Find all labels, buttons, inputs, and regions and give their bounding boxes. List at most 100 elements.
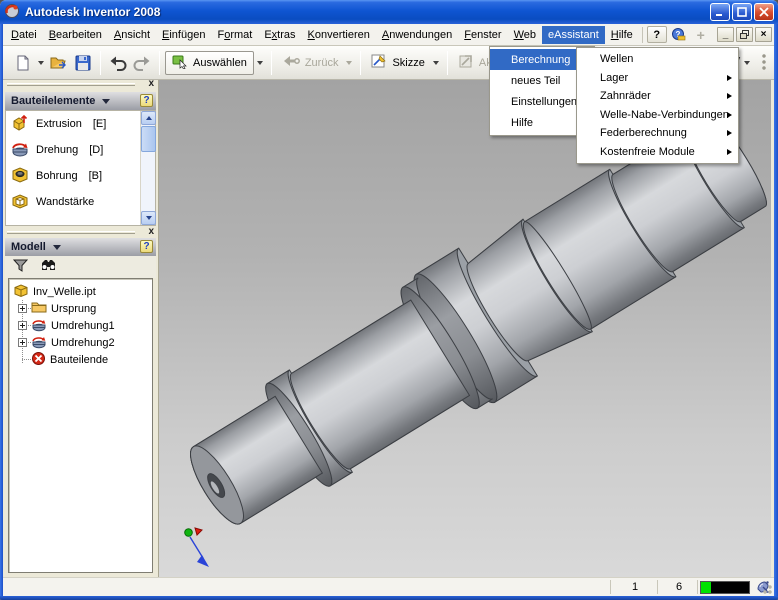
menu-item-label: Einstellungen xyxy=(511,96,577,108)
maximize-button[interactable] xyxy=(732,3,752,21)
feature-extrusion[interactable]: Extrusion [E] xyxy=(6,111,155,137)
feature-label: Extrusion xyxy=(36,118,82,130)
menu-item-label: Kostenfreie Module xyxy=(600,146,695,158)
menu-format[interactable]: Format xyxy=(211,26,258,44)
tree-item-label: Umdrehung2 xyxy=(51,337,115,349)
extrusion-icon xyxy=(11,114,29,135)
select-tool-dropdown-icon[interactable] xyxy=(257,61,263,65)
sketch-dropdown-icon[interactable] xyxy=(433,61,439,65)
feature-shortcut: [D] xyxy=(89,144,103,156)
revolve-icon xyxy=(31,334,47,352)
back-label: Zurück xyxy=(305,57,339,69)
tree-item-umdrehung2[interactable]: Umdrehung2 xyxy=(9,334,152,351)
filter-icon[interactable] xyxy=(13,259,28,275)
menu-web[interactable]: Web xyxy=(508,26,542,44)
mdi-close-button[interactable]: × xyxy=(755,27,772,42)
help-button[interactable]: ? xyxy=(647,26,667,43)
expand-icon[interactable] xyxy=(18,338,27,347)
mdi-minimize-button[interactable]: _ xyxy=(717,27,734,42)
submenu-item-welle-nabe[interactable]: Welle-Nabe-Verbindungen xyxy=(577,106,738,125)
submenu-item-wellen[interactable]: Wellen xyxy=(577,50,738,69)
part-file-icon xyxy=(13,282,29,301)
menu-eassistant[interactable]: eAssistant xyxy=(542,26,605,44)
submenu-item-zahnraeder[interactable]: Zahnräder xyxy=(577,87,738,106)
menu-fenster[interactable]: Fenster xyxy=(458,26,507,44)
window-border xyxy=(774,20,778,600)
hole-icon xyxy=(11,166,29,187)
minimize-button[interactable] xyxy=(710,3,730,21)
tree-item-bauteilende[interactable]: Bauteilende xyxy=(9,351,152,368)
expand-icon[interactable] xyxy=(18,321,27,330)
close-button[interactable] xyxy=(754,3,774,21)
features-panel-header[interactable]: Bauteilelemente ? xyxy=(5,92,156,110)
menu-hilfe[interactable]: Hilfe xyxy=(605,26,639,44)
sketch-icon xyxy=(371,53,387,72)
menu-datei[interactable]: Datei xyxy=(5,26,43,44)
new-file-dropdown-icon[interactable] xyxy=(38,61,44,65)
undo-icon[interactable] xyxy=(106,51,130,75)
menu-extras[interactable]: Extras xyxy=(258,26,301,44)
expand-icon[interactable] xyxy=(18,304,27,313)
select-tool-button[interactable]: Auswählen xyxy=(165,51,254,75)
new-file-icon[interactable] xyxy=(11,51,35,75)
features-help-button[interactable]: ? xyxy=(140,94,153,107)
tree-item-umdrehung1[interactable]: Umdrehung1 xyxy=(9,317,152,334)
tutorial-icon[interactable]: ? xyxy=(669,26,689,43)
scroll-down-icon[interactable] xyxy=(141,211,156,225)
model-panel-close-icon[interactable]: x xyxy=(148,227,154,237)
features-panel-grip[interactable]: x xyxy=(3,80,158,90)
window-title: Autodesk Inventor 2008 xyxy=(25,5,708,19)
capacity-meter-fill xyxy=(701,582,711,593)
features-panel-body: Extrusion [E] Drehung [D] Bohrung [B] Wa… xyxy=(5,110,156,226)
menu-item-label: Wellen xyxy=(600,53,633,65)
toolbar-separator xyxy=(360,51,361,75)
status-separator xyxy=(610,580,611,594)
sketch-button[interactable]: Skizze xyxy=(366,51,429,75)
window-border xyxy=(0,596,778,600)
menu-bearbeiten[interactable]: Bearbeiten xyxy=(43,26,108,44)
save-icon[interactable] xyxy=(71,51,95,75)
features-panel-close-icon[interactable]: x xyxy=(148,79,154,89)
submenu-item-federberechnung[interactable]: Federberechnung xyxy=(577,124,738,143)
back-dropdown-icon xyxy=(346,61,352,65)
toolbar-grip[interactable] xyxy=(761,52,768,74)
resize-grip[interactable] xyxy=(760,582,773,595)
menu-item-label: Hilfe xyxy=(511,117,533,129)
menu-item-label: Zahnräder xyxy=(600,90,651,102)
submenu-item-kostenfreie-module[interactable]: Kostenfreie Module xyxy=(577,143,738,162)
menu-ansicht[interactable]: Ansicht xyxy=(108,26,156,44)
tree-item-ursprung[interactable]: Ursprung xyxy=(9,300,152,317)
find-icon[interactable] xyxy=(40,259,57,275)
model-panel-grip[interactable]: x xyxy=(3,228,158,238)
open-file-icon[interactable] xyxy=(47,51,71,75)
model-panel-toolbar xyxy=(5,256,156,278)
menu-anwendungen[interactable]: Anwendungen xyxy=(376,26,458,44)
submenu-arrow-icon xyxy=(727,149,732,155)
features-scrollbar[interactable] xyxy=(140,111,155,225)
menu-einfuegen[interactable]: Einfügen xyxy=(156,26,211,44)
redo-icon[interactable] xyxy=(130,51,154,75)
feature-label: Drehung xyxy=(36,144,78,156)
feature-drehung[interactable]: Drehung [D] xyxy=(6,137,155,163)
menu-konvertieren[interactable]: Konvertieren xyxy=(302,26,376,44)
menu-item-label: neues Teil xyxy=(511,75,560,87)
feature-label: Wandstärke xyxy=(36,196,94,208)
submenu-item-lager[interactable]: Lager xyxy=(577,69,738,88)
color-dropdown-icon[interactable] xyxy=(744,61,750,65)
scroll-up-icon[interactable] xyxy=(141,111,156,125)
menu-item-label: Federberechnung xyxy=(600,127,687,139)
add-toolbar-icon: + xyxy=(691,26,711,43)
mdi-window-controls: _ × xyxy=(715,27,772,42)
select-tool-icon xyxy=(172,54,188,72)
scrollbar-thumb[interactable] xyxy=(141,126,156,152)
feature-bohrung[interactable]: Bohrung [B] xyxy=(6,163,155,189)
feature-wandstaerke[interactable]: Wandstärke xyxy=(6,189,155,215)
model-help-button[interactable]: ? xyxy=(140,240,153,253)
model-panel-header[interactable]: Modell ? xyxy=(5,238,156,256)
tree-item-root[interactable]: Inv_Welle.ipt xyxy=(9,283,152,300)
revolve-icon xyxy=(31,317,47,335)
title-bar[interactable]: Autodesk Inventor 2008 xyxy=(0,0,778,24)
mdi-restore-button[interactable] xyxy=(736,27,753,42)
window-border xyxy=(0,20,3,600)
tree-connector xyxy=(22,359,31,360)
